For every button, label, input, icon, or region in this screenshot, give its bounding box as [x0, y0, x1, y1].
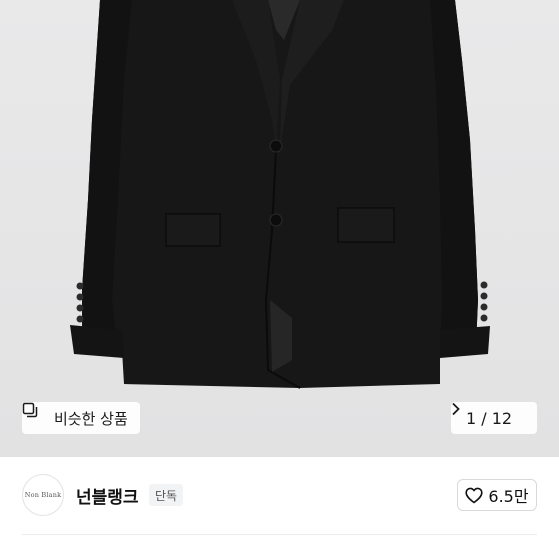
- exclusive-badge: 단독: [149, 484, 184, 506]
- product-detail-page: 비슷한 상품 1 / 12 Non Blank 넌블랭크 단독 6.5만: [0, 0, 559, 559]
- jacket-product-photo: [70, 0, 490, 389]
- counter-current: 1: [465, 408, 477, 428]
- like-button[interactable]: 6.5만: [457, 479, 537, 511]
- similar-products-button[interactable]: 비슷한 상품: [22, 402, 140, 434]
- counter-total: 12: [491, 408, 513, 428]
- product-image-carousel[interactable]: 비슷한 상품 1 / 12: [0, 0, 559, 457]
- square-stack-icon: [22, 402, 48, 426]
- shop-name-link[interactable]: 넌블랭크: [76, 483, 139, 508]
- shop-logo-text: Non Blank: [24, 491, 62, 499]
- counter-separator: /: [481, 408, 487, 428]
- heart-outline-icon: [465, 487, 484, 504]
- image-counter-text: 1 / 12: [466, 409, 512, 428]
- shop-logo[interactable]: Non Blank: [22, 474, 64, 516]
- image-counter-next-button[interactable]: 1 / 12: [451, 402, 537, 434]
- similar-products-label: 비슷한 상품: [54, 409, 128, 428]
- like-count: 6.5만: [488, 487, 529, 506]
- section-divider: [22, 534, 537, 535]
